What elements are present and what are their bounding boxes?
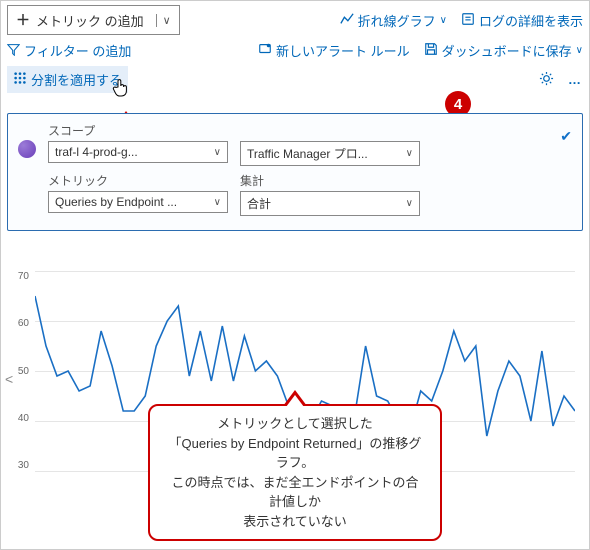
- chevron-down-icon: ∨: [576, 45, 583, 56]
- chevron-down-icon: ∨: [214, 197, 221, 208]
- split-icon: [13, 71, 27, 88]
- new-alert-button[interactable]: 新しいアラート ルール: [258, 41, 410, 60]
- agg-value: 合計: [247, 195, 271, 212]
- log-details-button[interactable]: ログの詳細を表示: [461, 11, 583, 30]
- agg-label: 集計: [240, 172, 420, 189]
- y-tick: 30: [7, 460, 29, 471]
- callout-chart-description: メトリックとして選択した 「Queries by Endpoint Return…: [148, 404, 442, 541]
- chevron-down-icon: ∨: [406, 148, 413, 159]
- alert-icon: [258, 42, 272, 59]
- more-button[interactable]: …: [568, 72, 583, 87]
- chevron-down-icon: ∨: [406, 198, 413, 209]
- callout2-line4: 表示されていない: [168, 512, 422, 532]
- y-tick: 60: [7, 318, 29, 329]
- chevron-down-icon[interactable]: ∨: [156, 14, 171, 27]
- plus-icon: ＋: [16, 10, 30, 30]
- scope-value: traf-l 4-prod-g...: [55, 145, 138, 159]
- save-icon: [424, 42, 438, 59]
- metric-value: Queries by Endpoint ...: [55, 195, 177, 209]
- chart-type-button[interactable]: 折れ線グラフ ∨: [340, 11, 447, 30]
- add-filter-button[interactable]: フィルター の追加: [7, 41, 131, 60]
- cursor-hand-icon: [112, 78, 130, 103]
- filter-icon: [7, 43, 20, 59]
- check-icon: ✔: [560, 128, 572, 145]
- metric-select[interactable]: Queries by Endpoint ... ∨: [48, 191, 228, 213]
- settings-button[interactable]: [539, 71, 554, 89]
- metric-config-card: ✔ スコープ traf-l 4-prod-g... ∨ メトリック名前空間 Tr…: [7, 113, 583, 231]
- agg-select[interactable]: 合計 ∨: [240, 191, 420, 216]
- step-badge-number: 4: [454, 96, 462, 113]
- y-tick: 40: [7, 413, 29, 424]
- new-alert-label: 新しいアラート ルール: [276, 41, 410, 60]
- callout2-line1: メトリックとして選択した: [168, 414, 422, 434]
- y-tick: 50: [7, 366, 29, 377]
- chart-y-axis: 70 60 50 40 30: [7, 271, 33, 471]
- add-metric-label: メトリック の追加: [36, 11, 144, 30]
- save-dashboard-label: ダッシュボードに保存: [442, 41, 572, 60]
- gear-icon: [539, 71, 554, 86]
- apply-split-label: 分割を適用する: [31, 70, 122, 89]
- add-filter-label: フィルター の追加: [24, 41, 131, 60]
- callout2-line2: 「Queries by Endpoint Returned」の推移グラフ。: [168, 434, 422, 473]
- log-details-label: ログの詳細を表示: [479, 11, 583, 30]
- chart-type-label: 折れ線グラフ: [358, 11, 436, 30]
- callout2-line3: この時点では、まだ全エンドポイントの合計値しか: [168, 473, 422, 512]
- line-chart-icon: [340, 12, 354, 29]
- y-tick: 70: [7, 271, 29, 282]
- metric-label: メトリック: [48, 172, 228, 189]
- scope-label: スコープ: [48, 122, 228, 139]
- chevron-down-icon: ∨: [440, 15, 447, 26]
- scope-select[interactable]: traf-l 4-prod-g... ∨: [48, 141, 228, 163]
- namespace-value: Traffic Manager プロ...: [247, 145, 368, 162]
- chevron-down-icon: ∨: [214, 147, 221, 158]
- add-metric-button[interactable]: ＋ メトリック の追加 ∨: [7, 5, 180, 35]
- globe-icon: [18, 140, 36, 158]
- apply-split-button[interactable]: 分割を適用する: [7, 66, 128, 93]
- log-icon: [461, 12, 475, 29]
- save-dashboard-button[interactable]: ダッシュボードに保存 ∨: [424, 41, 583, 60]
- namespace-select[interactable]: Traffic Manager プロ... ∨: [240, 141, 420, 166]
